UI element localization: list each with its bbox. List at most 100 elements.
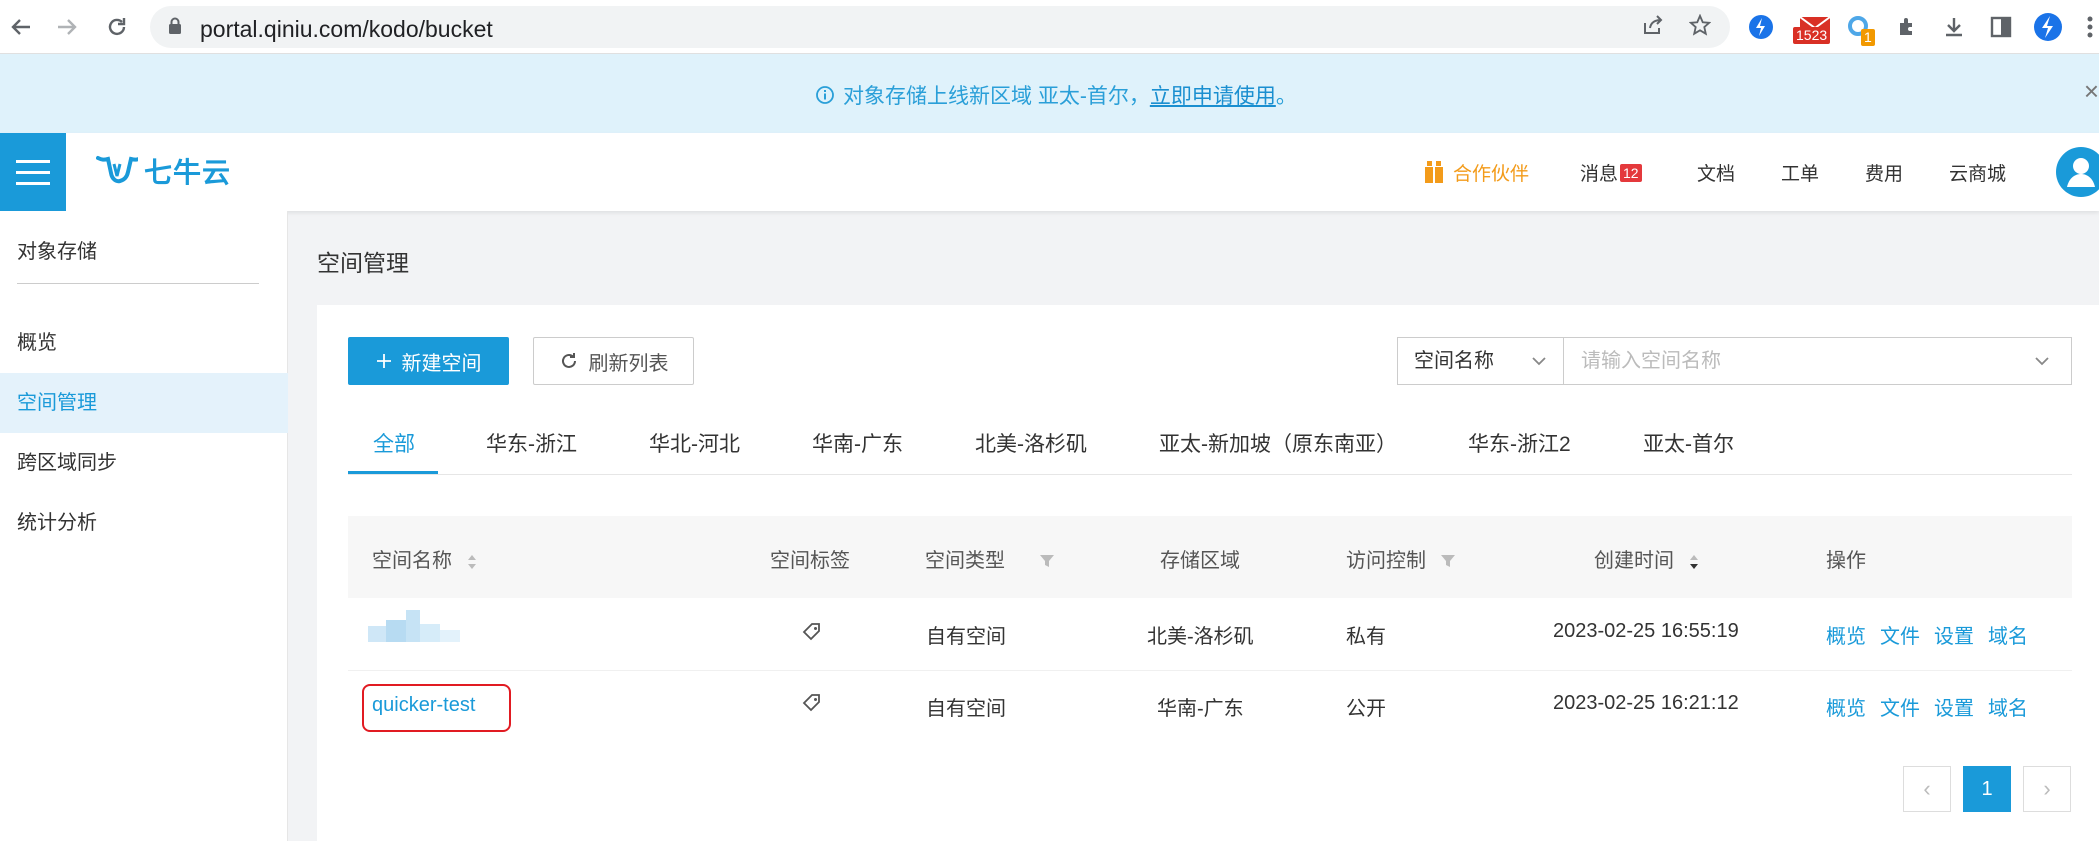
col-access-control[interactable]: 访问控制 xyxy=(1346,544,1456,573)
tab-south-guangdong[interactable]: 华南-广东 xyxy=(812,428,903,458)
tab-ap-seoul[interactable]: 亚太-首尔 xyxy=(1643,428,1734,458)
table-header: 空间名称 空间标签 空间类型 存储区域 访问控制 创建时间 操作 xyxy=(348,516,2072,598)
col-region: 存储区域 xyxy=(1160,550,1240,572)
messages-label: 消息 xyxy=(1580,164,1619,185)
col-bucket-name[interactable]: 空间名称 xyxy=(372,544,478,573)
col-bucket-tags: 空间标签 xyxy=(770,550,850,572)
bucket-name-link[interactable]: quicker-test xyxy=(372,694,475,717)
filter-icon[interactable] xyxy=(1039,553,1055,569)
action-overview-link[interactable]: 概览 xyxy=(1826,692,1866,721)
user-icon xyxy=(2067,158,2095,187)
forward-icon[interactable] xyxy=(50,10,84,44)
bookmark-star-icon[interactable] xyxy=(1687,13,1713,40)
col-created-time-label: 创建时间 xyxy=(1594,550,1674,572)
tab-east-zhejiang2[interactable]: 华东-浙江2 xyxy=(1468,428,1571,458)
sidebar-header: 对象存储 xyxy=(17,241,97,263)
sidebar-divider xyxy=(17,283,259,284)
info-icon xyxy=(816,86,834,104)
new-bucket-label: 新建空间 xyxy=(401,352,482,375)
partner-link[interactable]: 合作伙伴 xyxy=(1423,159,1529,186)
lock-icon xyxy=(169,17,181,34)
qiniu-logo-icon xyxy=(96,156,138,184)
tab-ap-singapore[interactable]: 亚太-新加坡（原东南亚） xyxy=(1159,428,1397,458)
region-tabs: 全部 华东-浙江 华北-河北 华南-广东 北美-洛杉矶 亚太-新加坡（原东南亚）… xyxy=(348,420,2072,475)
search-extension-icon[interactable]: 1 xyxy=(1843,11,1875,46)
chevron-down-icon xyxy=(2035,357,2049,366)
sidebar-item-buckets[interactable]: 空间管理 xyxy=(0,373,288,433)
bucket-created-time: 2023-02-25 16:21:12 xyxy=(1553,692,1739,714)
announcement-text: 对象存储上线新区域 亚太-首尔， 立即申请使用。 xyxy=(815,80,1297,110)
new-bucket-button[interactable]: 新建空间 xyxy=(348,337,509,385)
profile-lightning-icon[interactable] xyxy=(2032,11,2064,43)
action-settings-link[interactable]: 设置 xyxy=(1934,620,1974,649)
sidebar-item-cross-region-sync[interactable]: 跨区域同步 xyxy=(0,433,288,493)
tab-east-zhejiang[interactable]: 华东-浙江 xyxy=(486,428,577,458)
side-panel-icon[interactable] xyxy=(1985,11,2017,43)
action-domains-link[interactable]: 域名 xyxy=(1988,692,2028,721)
billing-link[interactable]: 费用 xyxy=(1865,159,1903,186)
bucket-created-time: 2023-02-25 16:55:19 xyxy=(1553,620,1739,642)
col-bucket-name-label: 空间名称 xyxy=(372,550,452,572)
col-bucket-type[interactable]: 空间类型 xyxy=(925,544,1055,573)
mail-badge: 1523 xyxy=(1793,27,1831,44)
logo[interactable]: 七牛云 xyxy=(96,151,231,191)
col-created-time[interactable]: 创建时间 xyxy=(1594,544,1700,573)
redacted-bucket-name xyxy=(368,610,460,642)
browser-menu-icon[interactable] xyxy=(2080,11,2099,43)
announcement-bar: 对象存储上线新区域 亚太-首尔， 立即申请使用。 × xyxy=(0,54,2099,133)
bucket-type: 自有空间 xyxy=(926,698,1006,720)
action-settings-link[interactable]: 设置 xyxy=(1934,692,1974,721)
refresh-list-button[interactable]: 刷新列表 xyxy=(533,337,694,385)
page-title: 空间管理 xyxy=(317,250,409,276)
chevron-down-icon xyxy=(1532,357,1546,366)
search-field-select[interactable]: 空间名称 xyxy=(1397,337,1564,385)
address-bar[interactable]: portal.qiniu.com/kodo/bucket xyxy=(150,6,1730,48)
search-input[interactable]: 请输入空间名称 xyxy=(1563,337,2072,385)
search-placeholder: 请输入空间名称 xyxy=(1581,350,1721,372)
active-tab-indicator xyxy=(348,471,438,474)
sidebar-item-overview[interactable]: 概览 xyxy=(0,313,288,373)
bucket-type: 自有空间 xyxy=(926,626,1006,648)
tag-icon[interactable] xyxy=(801,621,823,643)
reload-icon[interactable] xyxy=(100,10,134,44)
logo-text: 七牛云 xyxy=(144,157,232,188)
col-actions: 操作 xyxy=(1826,550,1866,572)
tag-icon[interactable] xyxy=(801,692,823,714)
announcement-tail: 。 xyxy=(1275,85,1297,108)
back-icon[interactable] xyxy=(4,10,38,44)
store-link[interactable]: 云商城 xyxy=(1949,159,2006,186)
plus-icon xyxy=(376,354,391,368)
next-page-button[interactable]: › xyxy=(2023,766,2071,812)
action-files-link[interactable]: 文件 xyxy=(1880,620,1920,649)
mail-extension-icon[interactable]: 1523 xyxy=(1793,11,1835,44)
docs-link[interactable]: 文档 xyxy=(1697,159,1735,186)
menu-toggle-button[interactable] xyxy=(0,133,66,211)
tab-north-hebei[interactable]: 华北-河北 xyxy=(649,428,740,458)
download-icon[interactable] xyxy=(1938,11,1970,43)
filter-icon[interactable] xyxy=(1440,553,1456,569)
page-1-button[interactable]: 1 xyxy=(1963,766,2011,812)
row-divider xyxy=(348,670,2072,671)
close-icon[interactable]: × xyxy=(2084,76,2099,107)
apply-link[interactable]: 立即申请使用 xyxy=(1150,80,1276,110)
action-files-link[interactable]: 文件 xyxy=(1880,692,1920,721)
sort-desc-icon xyxy=(1689,555,1698,569)
tickets-link[interactable]: 工单 xyxy=(1781,159,1819,186)
url-text: portal.qiniu.com/kodo/bucket xyxy=(200,16,493,42)
action-overview-link[interactable]: 概览 xyxy=(1826,620,1866,649)
puzzle-icon[interactable] xyxy=(1892,11,1924,43)
avatar[interactable] xyxy=(2056,147,2099,197)
bucket-region: 北美-洛杉矶 xyxy=(1147,626,1254,648)
messages-count-badge: 12 xyxy=(1620,164,1642,182)
messages-link[interactable]: 消息 12 xyxy=(1580,159,1642,186)
col-bucket-type-label: 空间类型 xyxy=(925,550,1005,572)
share-icon[interactable] xyxy=(1640,14,1666,40)
sidebar-item-statistics[interactable]: 统计分析 xyxy=(0,493,288,553)
tab-all[interactable]: 全部 xyxy=(373,428,415,458)
col-access-control-label: 访问控制 xyxy=(1346,550,1426,572)
action-domains-link[interactable]: 域名 xyxy=(1988,620,2028,649)
bucket-access: 私有 xyxy=(1346,626,1386,648)
lightning-extension-icon[interactable] xyxy=(1745,11,1777,43)
prev-page-button[interactable]: ‹ xyxy=(1903,766,1951,812)
tab-na-los-angeles[interactable]: 北美-洛杉矶 xyxy=(975,428,1087,458)
